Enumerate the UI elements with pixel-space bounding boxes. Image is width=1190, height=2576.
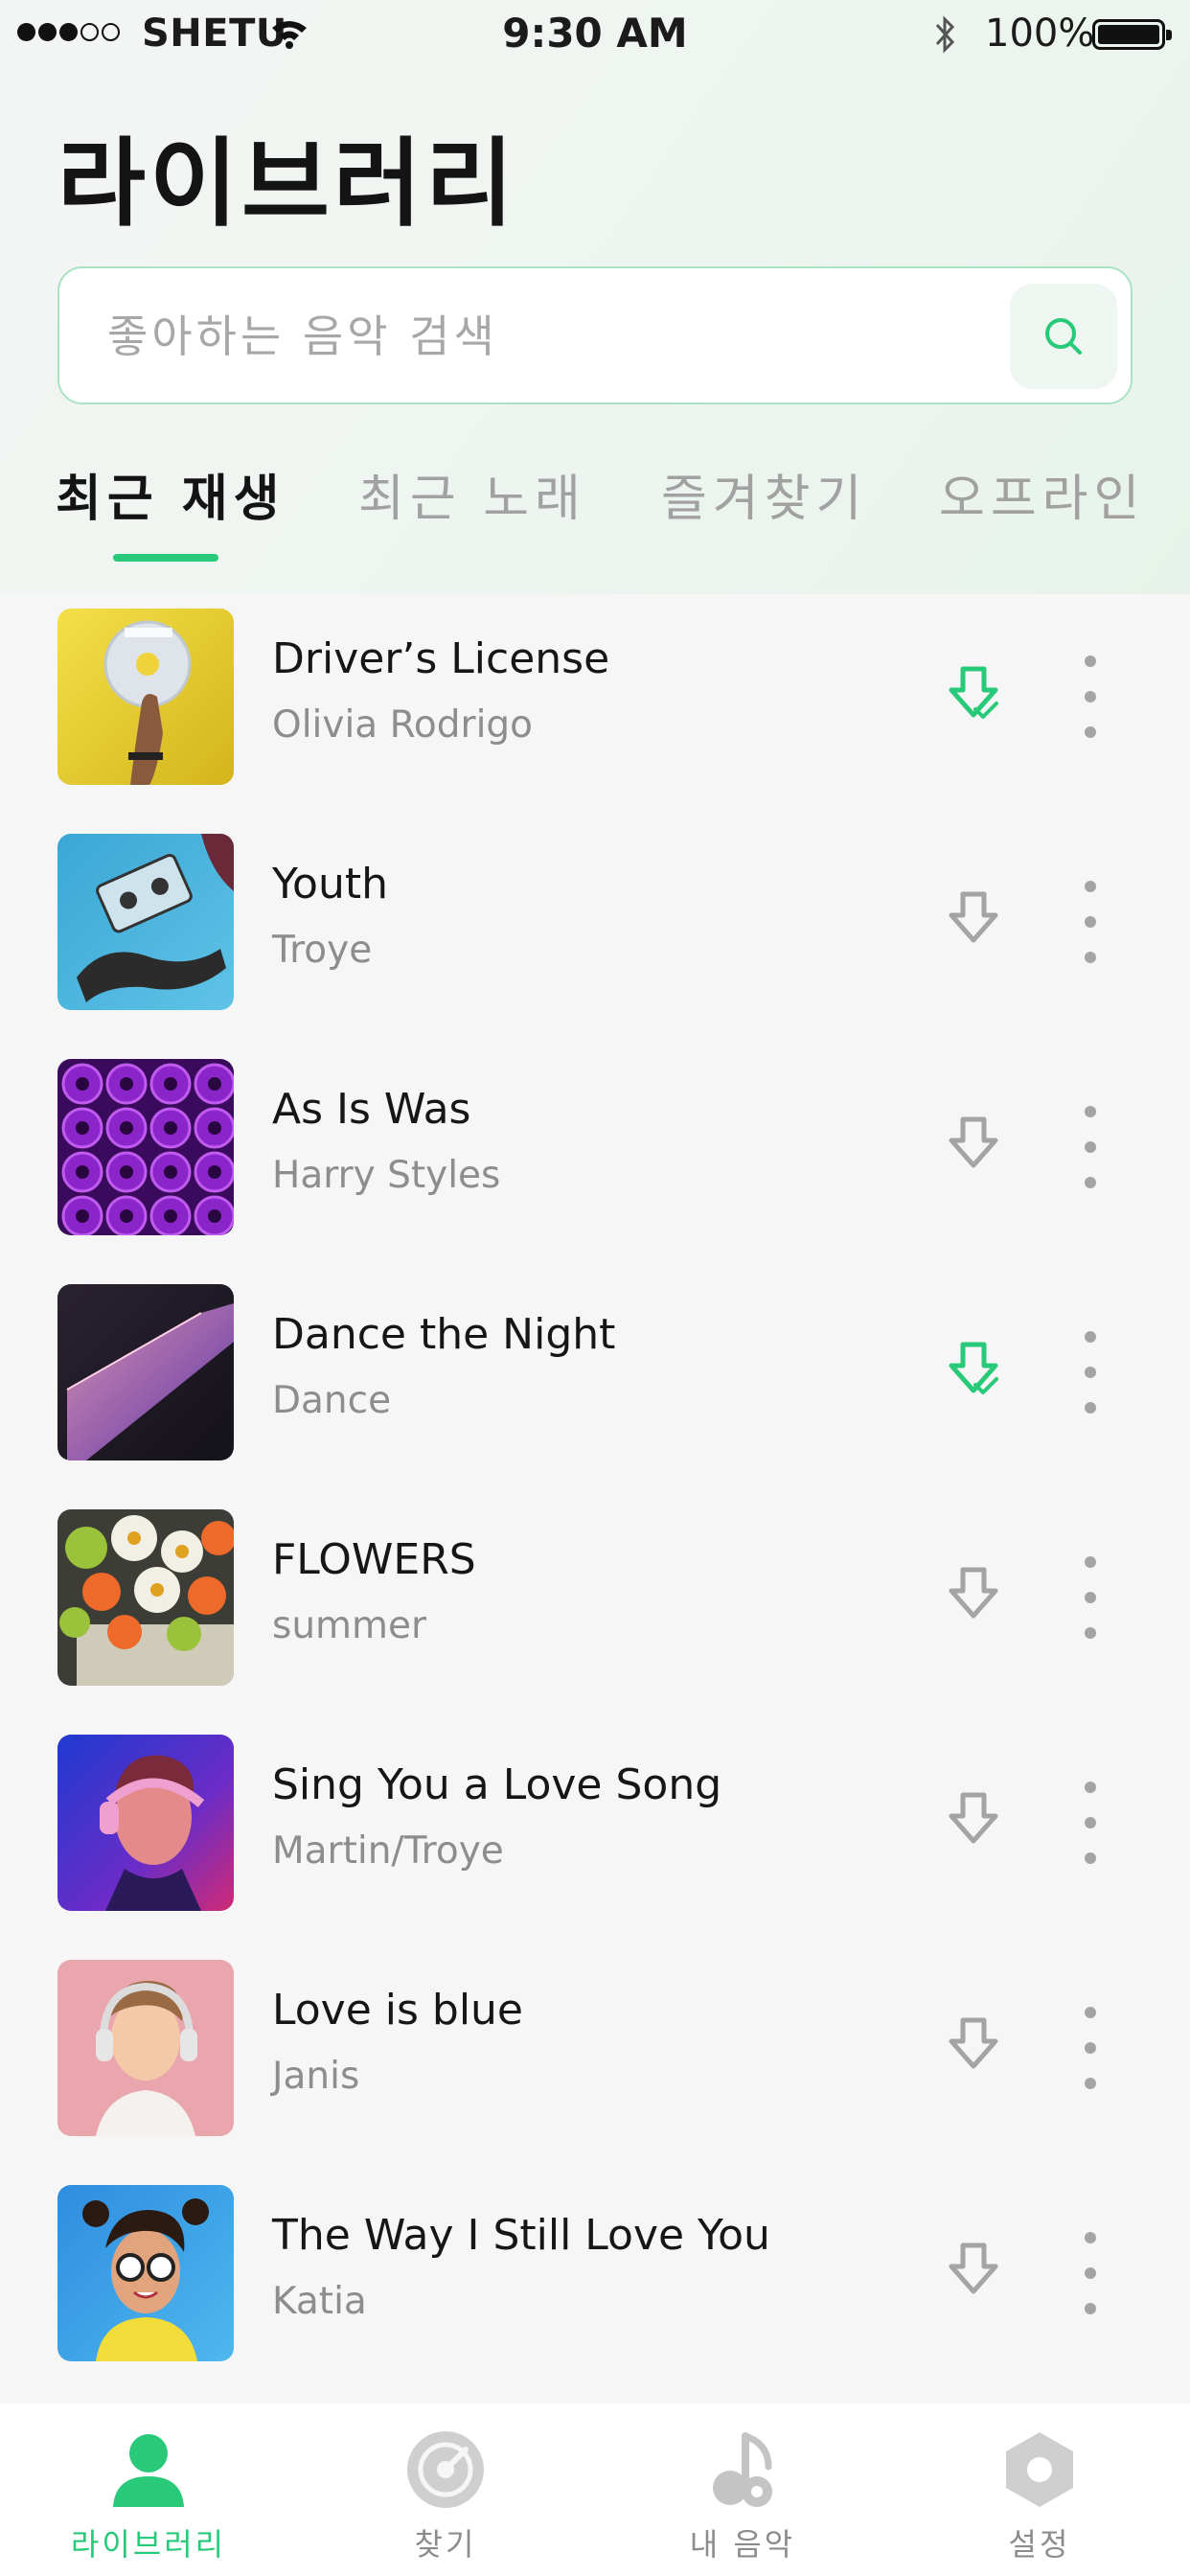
song-title: As Is Was: [272, 1085, 471, 1134]
list-item[interactable]: Dance the Night Dance: [0, 1281, 1190, 1463]
more-options-icon[interactable]: [1064, 2007, 1117, 2089]
bottom-tab-bar: 라이브러리 찾기 내 음악 설정: [0, 2404, 1190, 2576]
song-title: Sing You a Love Song: [272, 1760, 722, 1809]
tab-bar-label: 라이브러리: [70, 2526, 227, 2563]
list-item[interactable]: Love is blue Janis: [0, 1957, 1190, 2139]
page-title: 라이브러리: [57, 127, 517, 240]
person-icon: [113, 2434, 184, 2507]
song-title: The Way I Still Love You: [272, 2211, 770, 2260]
downloaded-icon[interactable]: [947, 1341, 1000, 1402]
album-cover: [57, 1509, 234, 1686]
more-options-icon[interactable]: [1064, 656, 1117, 738]
search-input[interactable]: [105, 268, 972, 404]
list-item[interactable]: Youth Troye: [0, 831, 1190, 1013]
song-title: FLOWERS: [272, 1535, 476, 1584]
hexagon-settings-icon: [1006, 2432, 1073, 2507]
tab-bar-item-my-music[interactable]: 내 음악: [594, 2404, 891, 2576]
more-options-icon[interactable]: [1064, 1331, 1117, 1414]
song-artist: Harry Styles: [272, 1154, 501, 1197]
more-options-icon[interactable]: [1064, 881, 1117, 963]
downloaded-icon[interactable]: [947, 665, 1000, 726]
tab-bar-item-settings[interactable]: 설정: [891, 2404, 1188, 2576]
tab-bar-item-discover[interactable]: 찾기: [297, 2404, 594, 2576]
list-item[interactable]: As Is Was Harry Styles: [0, 1056, 1190, 1238]
tab-recently-played[interactable]: 최근 재생: [56, 458, 285, 530]
song-artist: Martin/Troye: [272, 1829, 504, 1873]
list-item[interactable]: Sing You a Love Song Martin/Troye: [0, 1732, 1190, 1914]
album-cover: [57, 1735, 234, 1911]
search-button[interactable]: [1010, 284, 1117, 389]
battery-icon: [1092, 19, 1172, 50]
album-cover: [57, 1059, 234, 1235]
song-title: Dance the Night: [272, 1310, 616, 1359]
tab-bar-label: 찾기: [414, 2526, 477, 2563]
download-icon[interactable]: [947, 2242, 1000, 2303]
song-artist: Dance: [272, 1379, 392, 1422]
album-cover: [57, 2185, 234, 2361]
download-icon[interactable]: [947, 1116, 1000, 1177]
tab-bar-item-library[interactable]: 라이브러리: [0, 2404, 297, 2576]
disc-icon: [407, 2431, 484, 2508]
song-title: Driver’s License: [272, 634, 610, 683]
download-icon[interactable]: [947, 1791, 1000, 1852]
more-options-icon[interactable]: [1064, 1556, 1117, 1639]
song-title: Youth: [272, 860, 388, 908]
tab-offline[interactable]: 오프라인: [939, 458, 1145, 530]
song-artist: Troye: [272, 929, 373, 972]
song-artist: Katia: [272, 2280, 367, 2323]
song-title: Love is blue: [272, 1986, 524, 2035]
active-tab-indicator: [113, 554, 218, 562]
more-options-icon[interactable]: [1064, 1782, 1117, 1864]
tab-bar-label: 내 음악: [689, 2526, 796, 2563]
more-options-icon[interactable]: [1064, 1106, 1117, 1188]
album-cover: [57, 834, 234, 1010]
search-icon: [1045, 318, 1082, 355]
list-item[interactable]: Driver’s License Olivia Rodrigo: [0, 606, 1190, 788]
download-icon[interactable]: [947, 1566, 1000, 1627]
list-item[interactable]: FLOWERS summer: [0, 1506, 1190, 1689]
list-item[interactable]: The Way I Still Love You Katia: [0, 2182, 1190, 2364]
download-icon[interactable]: [947, 2016, 1000, 2078]
album-cover: [57, 609, 234, 785]
song-artist: Olivia Rodrigo: [272, 703, 534, 747]
song-artist: Janis: [272, 2055, 360, 2098]
more-options-icon[interactable]: [1064, 2232, 1117, 2314]
album-cover: [57, 1960, 234, 2136]
tab-bar-label: 설정: [1008, 2526, 1071, 2563]
download-icon[interactable]: [947, 890, 1000, 952]
tab-recent-songs[interactable]: 최근 노래: [358, 458, 586, 530]
song-artist: summer: [272, 1604, 427, 1647]
status-bar: SHETU 9:30 AM 100%: [0, 0, 1190, 67]
search-bar: [57, 266, 1133, 404]
album-cover: [57, 1284, 234, 1460]
music-note-icon: [713, 2432, 772, 2507]
bluetooth-icon: [935, 15, 955, 54]
tab-favorites[interactable]: 즐겨찾기: [661, 458, 867, 530]
category-tabs: 최근 재생 최근 노래 즐겨찾기 오프라인: [0, 458, 1190, 564]
battery-percentage: 100%: [985, 12, 1095, 56]
